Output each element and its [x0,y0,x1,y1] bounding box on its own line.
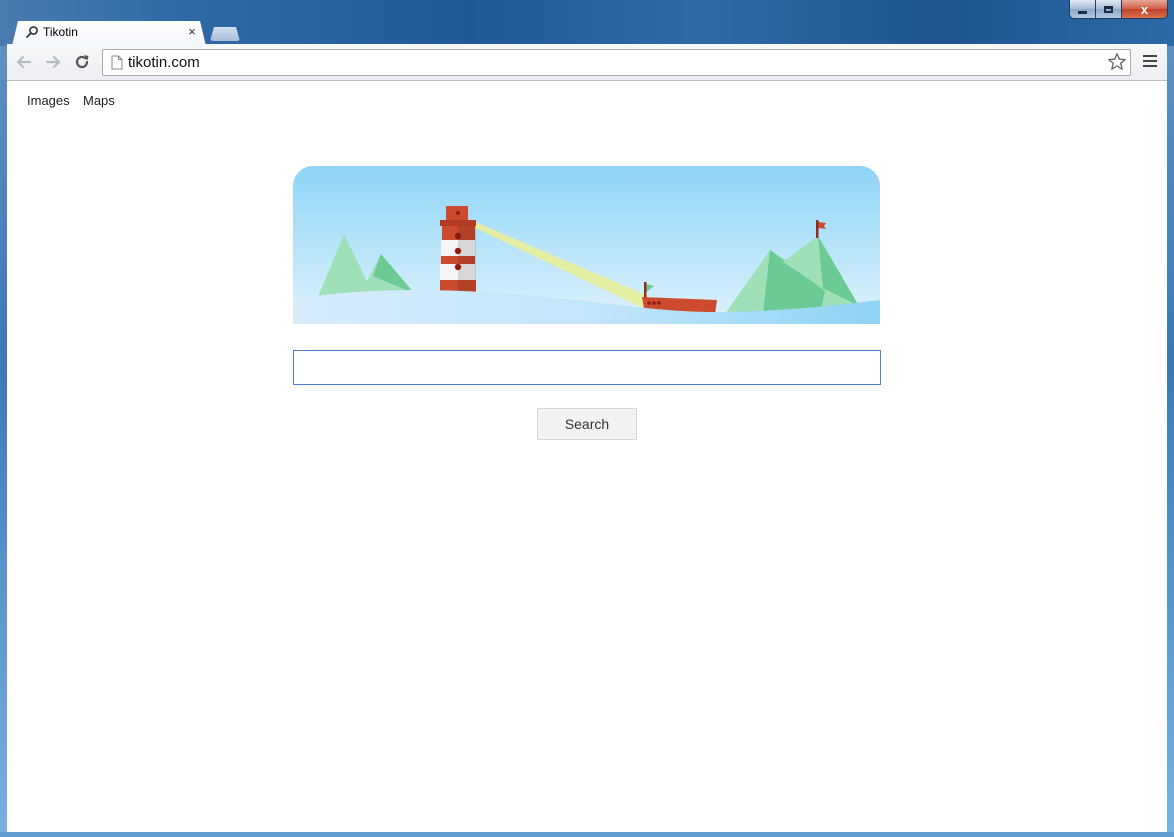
reload-button[interactable] [71,51,93,73]
search-button[interactable]: Search [537,408,637,440]
lighthouse-illustration [293,166,880,324]
link-images[interactable]: Images [27,93,70,108]
flag-pole [816,220,819,238]
browser-menu-button[interactable] [1143,55,1157,69]
back-button[interactable] [13,51,35,73]
address-bar[interactable]: tikotin.com [102,49,1131,76]
star-icon[interactable] [1107,52,1127,72]
tab-title: Tikotin [43,25,78,39]
new-tab-button[interactable] [210,27,240,41]
link-maps[interactable]: Maps [83,93,115,108]
arrow-left-icon [16,55,32,69]
window-frame-bottom [0,832,1174,837]
close-window-button[interactable]: x [1122,0,1168,19]
arrow-right-icon [45,55,61,69]
window-caption-buttons: x [1069,0,1168,20]
minimize-icon [1078,10,1087,14]
window-frame-left [0,46,7,837]
page-viewport: Images Maps Search [7,81,1167,832]
tab-close-button[interactable]: × [185,24,199,39]
reload-icon [75,55,89,69]
maximize-icon [1104,5,1113,13]
close-icon: x [1140,1,1149,17]
forward-button[interactable] [42,51,64,73]
minimize-button[interactable] [1069,0,1096,19]
address-url: tikotin.com [128,54,200,71]
tab-tikotin[interactable] [12,21,206,46]
menu-icon [1143,55,1157,67]
window-frame-right [1167,46,1174,837]
search-icon [26,26,38,38]
hero-illustration [293,166,880,324]
maximize-button[interactable] [1096,0,1122,19]
search-input[interactable] [293,350,881,385]
page-icon [111,55,123,70]
